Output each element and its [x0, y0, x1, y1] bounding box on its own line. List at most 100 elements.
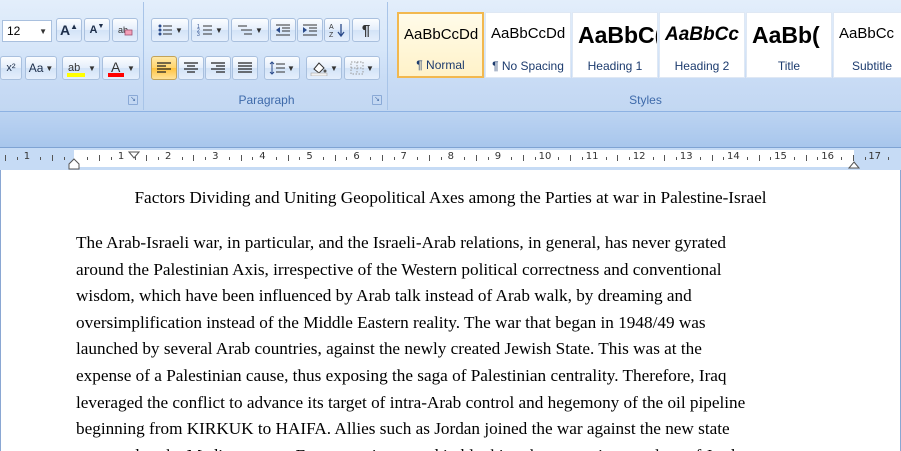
borders-button[interactable]: ▼	[344, 56, 380, 80]
ruler-tick	[817, 157, 819, 160]
change-case-button[interactable]: Aa ▼	[25, 56, 57, 80]
style-tile-title[interactable]: AaBb( Title	[746, 12, 832, 78]
ruler-tick	[275, 157, 277, 160]
body-line: leveraged the conflict to advance its ta…	[76, 392, 746, 412]
justify-icon	[238, 62, 252, 74]
numbering-button[interactable]: 1 2 3 ▼	[191, 18, 229, 42]
ruler-tick	[746, 157, 748, 160]
ruler-tick	[228, 157, 230, 160]
numbering-icon: 123	[197, 23, 213, 37]
ruler-number: 12	[632, 151, 646, 162]
font-size-select[interactable]: 12 ▼	[2, 20, 52, 42]
ruler-tick	[287, 155, 289, 161]
align-left-icon	[157, 62, 171, 74]
first-line-indent-marker[interactable]	[127, 148, 141, 162]
ruler-tick	[617, 155, 619, 161]
sort-button[interactable]: AZ	[324, 18, 350, 42]
body-line: around the Palestinian Axis, irrespectiv…	[76, 259, 722, 279]
align-center-icon	[184, 62, 198, 74]
grow-font-button[interactable]: A ▲	[56, 18, 82, 42]
align-left-button[interactable]	[151, 56, 177, 80]
ruler-number: 8	[447, 151, 454, 162]
show-formatting-button[interactable]: ¶	[352, 18, 380, 42]
line-spacing-button[interactable]: ▼	[264, 56, 300, 80]
ruler-tick	[770, 157, 772, 160]
ruler-tick	[299, 157, 301, 160]
borders-icon	[350, 61, 364, 75]
paragraph-group: ▼ 1 2 3 ▼ ▼ AZ ¶ ▼ ▼ ▼ Paragraph ↘	[146, 2, 388, 110]
align-center-button[interactable]	[178, 56, 204, 80]
document-page[interactable]: Factors Dividing and Uniting Geopolitica…	[0, 170, 901, 451]
paragraph-dialog-launcher[interactable]: ↘	[372, 95, 382, 105]
ruler-number: 2	[165, 151, 172, 162]
ruler-number: 3	[212, 151, 219, 162]
align-right-button[interactable]	[205, 56, 231, 80]
style-tile-subtitle[interactable]: AaBbCc Subtitle	[833, 12, 901, 78]
ruler-tick	[699, 157, 701, 160]
font-size-value: 12	[7, 24, 21, 38]
ruler-tick	[523, 155, 525, 161]
ruler-tick	[464, 157, 466, 160]
ruler-tick	[440, 157, 442, 160]
ruler-number: 6	[353, 151, 360, 162]
ruler-tick	[393, 157, 395, 160]
svg-text:3: 3	[197, 32, 200, 37]
ruler-tick	[629, 157, 631, 160]
bullets-icon	[157, 23, 173, 37]
sort-icon: AZ	[329, 22, 345, 38]
svg-text:Z: Z	[329, 32, 334, 38]
font-color-icon: A	[107, 59, 125, 77]
shading-button[interactable]: ▼	[306, 56, 342, 80]
superscript-button[interactable]: x²	[0, 56, 22, 80]
horizontal-ruler[interactable]: 1 1 2 3 4 5 6 7 8 9 10 11 12 13 14 15 16 17	[0, 148, 901, 170]
font-dialog-launcher[interactable]: ↘	[128, 95, 138, 105]
ruler-tick	[40, 157, 42, 160]
highlighter-icon: ab	[66, 59, 86, 77]
body-line: oversimplification instead of the Middle…	[76, 312, 706, 332]
font-color-button[interactable]: A ▼	[102, 56, 140, 80]
ruler-tick	[476, 155, 477, 161]
ruler-tick	[193, 155, 195, 161]
bullets-button[interactable]: ▼	[151, 18, 189, 42]
ruler-tick	[664, 155, 666, 161]
ruler-number: 1	[23, 151, 31, 162]
body-line: expense of a Palestinian cause, thus exp…	[76, 365, 727, 385]
shrink-font-button[interactable]: A ▼	[84, 18, 110, 42]
line-spacing-icon	[269, 61, 286, 75]
align-right-icon	[211, 62, 225, 74]
ruler-number: 5	[306, 151, 313, 162]
ruler-tick	[581, 157, 583, 160]
style-tile-heading-2[interactable]: AaBbCc Heading 2	[659, 12, 745, 78]
ruler-number: 9	[494, 151, 502, 162]
style-tile-normal[interactable]: AaBbCcDd ¶ Normal	[397, 12, 484, 78]
increase-indent-button[interactable]	[297, 18, 323, 42]
ruler-number: 10	[538, 151, 552, 162]
ruler-tick	[558, 157, 560, 160]
ruler-tick	[370, 157, 372, 160]
style-tile-heading-1[interactable]: AaBbC( Heading 1	[572, 12, 658, 78]
justify-button[interactable]	[232, 56, 258, 80]
clear-formatting-button[interactable]: ab	[112, 18, 138, 42]
svg-text:ab: ab	[68, 62, 80, 74]
ruler-tick	[181, 157, 183, 160]
ruler-tick	[711, 155, 713, 161]
font-group: 12 ▼ A ▲ A ▼ ab x² Aa ▼ ab ▼ A ▼ ↘	[0, 2, 144, 110]
text-highlight-button[interactable]: ab ▼	[62, 56, 100, 80]
decrease-indent-button[interactable]	[270, 18, 296, 42]
body-line: to extend to the Mediterranean. Egypt wa…	[76, 443, 866, 451]
ruler-tick	[511, 157, 513, 160]
document-body[interactable]: The Arab-Israeli war, in particular, and…	[76, 230, 866, 451]
multilevel-list-button[interactable]: ▼	[231, 18, 269, 42]
body-line: The Arab-Israeli war, in particular, and…	[76, 233, 727, 252]
ruler-number: 14	[727, 151, 740, 162]
ribbon: 12 ▼ A ▲ A ▼ ab x² Aa ▼ ab ▼ A ▼ ↘ ▼ 1 2…	[0, 0, 901, 112]
ruler-tick	[346, 157, 348, 160]
body-line: beginning from KIRKUK to HAIFA. Allies s…	[76, 419, 730, 439]
body-line: launched by several Arab countries, agai…	[76, 339, 702, 359]
ruler-tick	[652, 157, 654, 160]
ruler-tick	[205, 157, 207, 160]
styles-group-label: Styles	[629, 93, 662, 107]
ruler-tick	[676, 157, 678, 160]
style-tile-no-spacing[interactable]: AaBbCcDd ¶ No Spacing	[485, 12, 571, 78]
ruler-number: 4	[259, 151, 266, 162]
